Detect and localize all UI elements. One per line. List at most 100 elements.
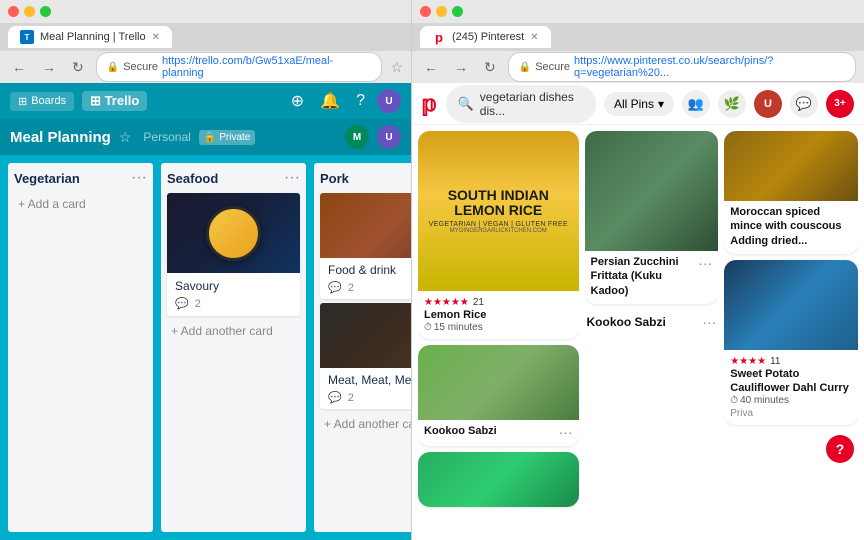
pork-meat-card[interactable]: Meat, Meat, Meat! 💬 2 bbox=[320, 303, 411, 409]
comment-icon: 💬 bbox=[175, 297, 189, 310]
user-avatar-pinterest[interactable]: U bbox=[754, 90, 782, 118]
kookoo-sabzi-pin[interactable]: Kookoo Sabzi ··· bbox=[418, 345, 579, 446]
pork-meat-card-body: Meat, Meat, Meat! 💬 2 bbox=[320, 368, 411, 409]
pinterest-addressbar: ← → ↻ 🔒 Secure https://www.pinterest.co.… bbox=[412, 51, 864, 83]
seafood-list-menu[interactable]: ··· bbox=[284, 169, 300, 187]
sweet-potato-stars: ★★★★ 11 bbox=[730, 356, 852, 367]
pinterest-maximize-button[interactable] bbox=[452, 6, 463, 17]
chat-icon[interactable]: 💬 bbox=[790, 90, 818, 118]
sweet-potato-title: Sweet Potato Cauliflower Dahl Curry bbox=[730, 367, 852, 396]
pinterest-tab-bar: p (245) Pinterest ✕ bbox=[412, 23, 864, 51]
reload-button[interactable]: ↻ bbox=[68, 57, 88, 78]
sweet-potato-pin[interactable]: ★★★★ 11 Sweet Potato Cauliflower Dahl Cu… bbox=[724, 260, 858, 426]
pinterest-close-button[interactable] bbox=[420, 6, 431, 17]
pinterest-titlebar bbox=[412, 0, 864, 23]
add-card-vegetarian[interactable]: + Add a card bbox=[14, 193, 147, 215]
member-avatar-1[interactable]: M bbox=[345, 125, 369, 149]
notification-icon-pinterest[interactable]: 3+ bbox=[826, 90, 854, 118]
food-drink-image bbox=[320, 193, 411, 258]
lemon-rice-star-icons: ★★★★★ bbox=[424, 297, 469, 308]
sweet-potato-time-text: 40 minutes bbox=[740, 395, 789, 406]
close-button[interactable] bbox=[8, 6, 19, 17]
lemon-rice-image: SOUTH INDIANLEMON RICE VEGETARIAN | VEGA… bbox=[418, 131, 579, 291]
pinterest-minimize-button[interactable] bbox=[436, 6, 447, 17]
sweet-potato-count: 11 bbox=[770, 356, 780, 367]
lemon-rice-pin-info: ★★★★★ 21 Lemon Rice ⏱ 15 minutes bbox=[418, 291, 579, 339]
forward-button[interactable]: → bbox=[38, 57, 60, 77]
trello-browser: T Meal Planning | Trello ✕ ← → ↻ 🔒 Secur… bbox=[0, 0, 412, 540]
traffic-lights bbox=[8, 6, 51, 17]
moroccan-image bbox=[724, 131, 858, 201]
people-icon[interactable]: 👥 bbox=[682, 90, 710, 118]
star-icon[interactable]: ☆ bbox=[390, 59, 403, 76]
seafood-card-image bbox=[167, 193, 300, 273]
lemon-rice-main-title: SOUTH INDIANLEMON RICE bbox=[448, 188, 549, 219]
moroccan-pin-info: Moroccan spiced mince with couscous Addi… bbox=[724, 201, 858, 254]
pork-food-card-body: Food & drink 💬 2 bbox=[320, 258, 411, 299]
moroccan-title: Moroccan spiced mince with couscous Addi… bbox=[730, 205, 852, 248]
help-button-pinterest[interactable]: ? bbox=[826, 435, 854, 463]
lemon-rice-time-text: 15 minutes bbox=[434, 322, 483, 333]
comment-icon2: 💬 bbox=[328, 281, 342, 294]
seafood-card-title: Savoury bbox=[175, 279, 292, 293]
pinterest-forward-button[interactable]: → bbox=[450, 57, 472, 77]
seafood-savoury-card[interactable]: Savoury 💬 2 bbox=[167, 193, 300, 316]
pinterest-grid: SOUTH INDIANLEMON RICE VEGETARIAN | VEGA… bbox=[412, 125, 864, 540]
trello-tab-close[interactable]: ✕ bbox=[152, 32, 160, 43]
salad-pin[interactable] bbox=[418, 452, 579, 507]
address-field[interactable]: 🔒 Secure https://trello.com/b/Gw51xaE/me… bbox=[96, 52, 383, 82]
help-button[interactable]: ? bbox=[352, 88, 369, 114]
salad-image bbox=[418, 452, 579, 507]
lemon-rice-time: ⏱ 15 minutes bbox=[424, 322, 573, 333]
pinterest-lock-icon: 🔒 bbox=[519, 62, 531, 73]
persian-image bbox=[585, 131, 719, 251]
private-label: Private bbox=[219, 132, 250, 143]
pinterest-reload-button[interactable]: ↻ bbox=[480, 57, 500, 78]
trello-favicon-letter: T bbox=[25, 33, 30, 42]
priv-label: Priva bbox=[730, 408, 852, 419]
minimize-button[interactable] bbox=[24, 6, 35, 17]
boards-label: Boards bbox=[31, 95, 66, 107]
kookoo-col2-more[interactable]: ··· bbox=[702, 314, 716, 330]
trello-board-content: Vegetarian ··· + Add a card Seafood ··· bbox=[0, 155, 411, 540]
pinterest-tab-close[interactable]: ✕ bbox=[530, 32, 538, 43]
pinterest-app: 𝕡 🔍 vegetarian dishes dis... All Pins ▾ … bbox=[412, 83, 864, 540]
pinterest-header: 𝕡 🔍 vegetarian dishes dis... All Pins ▾ … bbox=[412, 83, 864, 125]
pinterest-logo: 𝕡 bbox=[422, 91, 438, 117]
trello-tab[interactable]: T Meal Planning | Trello ✕ bbox=[8, 26, 172, 48]
kookoo-col2-area: Kookoo Sabzi ··· bbox=[585, 310, 719, 334]
trello-board-bar: Meal Planning ☆ Personal 🔒 Private M U bbox=[0, 119, 411, 155]
back-button[interactable]: ← bbox=[8, 57, 30, 77]
notification-button[interactable]: 🔔 bbox=[316, 87, 344, 115]
boards-button[interactable]: ⊞ Boards bbox=[10, 92, 74, 111]
leaf-icon[interactable]: 🌿 bbox=[718, 90, 746, 118]
vegetarian-list-menu[interactable]: ··· bbox=[131, 169, 147, 187]
mussels-image bbox=[206, 206, 261, 261]
moroccan-pin[interactable]: Moroccan spiced mince with couscous Addi… bbox=[724, 131, 858, 254]
pinterest-address-field[interactable]: 🔒 Secure https://www.pinterest.co.uk/sea… bbox=[508, 52, 856, 82]
persian-more-icon[interactable]: ··· bbox=[698, 255, 712, 271]
member-avatar-2[interactable]: U bbox=[377, 125, 401, 149]
pork-food-card[interactable]: Food & drink 💬 2 bbox=[320, 193, 411, 299]
pork-meat-card-title: Meat, Meat, Meat! bbox=[328, 373, 411, 387]
vegetarian-list-header: Vegetarian ··· bbox=[14, 169, 147, 187]
persian-frittata-pin[interactable]: Persian Zucchini Frittata (Kuku Kadoo) ·… bbox=[585, 131, 719, 304]
pork-food-comment-count: 2 bbox=[348, 282, 354, 294]
all-pins-button[interactable]: All Pins ▾ bbox=[604, 92, 674, 116]
pinterest-tab[interactable]: p (245) Pinterest ✕ bbox=[420, 26, 551, 48]
seafood-card-meta: 💬 2 bbox=[175, 297, 292, 310]
add-another-card-pork[interactable]: + Add another card bbox=[320, 413, 411, 435]
maximize-button[interactable] bbox=[40, 6, 51, 17]
pork-food-card-meta: 💬 2 bbox=[328, 281, 411, 294]
url-text: https://trello.com/b/Gw51xaE/meal-planni… bbox=[162, 55, 371, 79]
star-board-icon[interactable]: ☆ bbox=[119, 129, 132, 146]
user-avatar[interactable]: U bbox=[377, 89, 401, 113]
pinterest-search-bar[interactable]: 🔍 vegetarian dishes dis... bbox=[446, 85, 596, 123]
kookoo-more-icon[interactable]: ··· bbox=[559, 424, 573, 440]
lemon-rice-pin[interactable]: SOUTH INDIANLEMON RICE VEGETARIAN | VEGA… bbox=[418, 131, 579, 339]
pinterest-back-button[interactable]: ← bbox=[420, 57, 442, 77]
add-another-card-seafood[interactable]: + Add another card bbox=[167, 320, 300, 342]
boards-grid-icon: ⊞ bbox=[18, 95, 27, 108]
add-button[interactable]: ⊕ bbox=[287, 87, 308, 115]
pin-column-1: SOUTH INDIANLEMON RICE VEGETARIAN | VEGA… bbox=[418, 131, 579, 534]
